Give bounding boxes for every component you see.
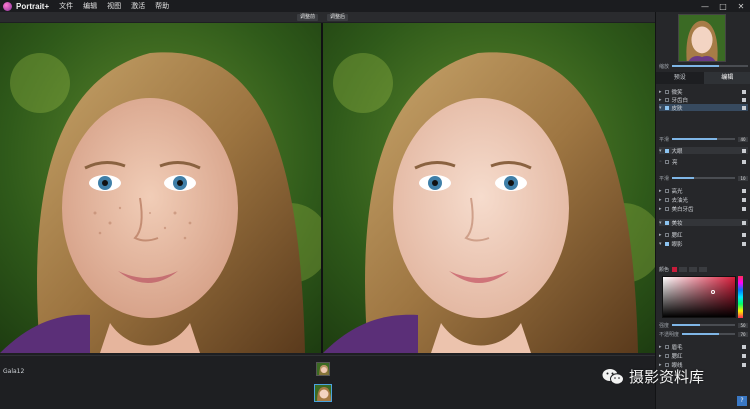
toggle-box[interactable] — [742, 105, 746, 110]
alpha-field[interactable] — [699, 267, 708, 272]
menu-file[interactable]: 文件 — [59, 1, 73, 11]
option-whiten[interactable]: ▸ 美白牙齿 — [659, 205, 748, 213]
before-photo[interactable] — [0, 23, 321, 353]
menu-activate[interactable]: 激活 — [131, 1, 145, 11]
toggle-box[interactable] — [742, 353, 746, 358]
checkbox[interactable] — [664, 232, 669, 237]
section-eyes[interactable]: ▾ 大眼 — [659, 147, 748, 155]
option-smile[interactable]: ▸ 微笑 — [659, 88, 748, 96]
portrait-before-image — [0, 23, 321, 353]
edit-sidebar: 缩放 预设 编辑 ▸ 微笑 ▸ 牙齿白 ▾ 皮肤 平滑 40 ▾ 大眼 ◦ 亮 平滑 10… — [655, 12, 750, 409]
file-name-label: Gala12 — [3, 368, 25, 375]
tab-presets[interactable]: 预设 — [656, 72, 704, 84]
toggle-box[interactable] — [742, 220, 746, 225]
option-skin[interactable]: ▾ 皮肤 — [659, 104, 748, 112]
toggle-box[interactable] — [742, 206, 746, 211]
checkbox[interactable] — [664, 148, 669, 153]
tab-edit[interactable]: 编辑 — [703, 72, 750, 84]
watermark: 摄影资料库 — [602, 366, 704, 387]
option-highlight[interactable]: ▸ 高光 — [659, 187, 748, 195]
smooth-slider-a[interactable]: 平滑 40 — [659, 136, 748, 143]
opacity-slider[interactable]: 不透明度 70 — [659, 331, 748, 338]
app-name: Portrait+ — [16, 1, 50, 11]
checkbox[interactable] — [664, 353, 669, 358]
checkbox[interactable] — [664, 344, 669, 349]
menu-edit[interactable]: 编辑 — [83, 1, 97, 11]
intensity-slider[interactable]: 强度 50 — [659, 322, 748, 329]
toggle-box[interactable] — [742, 89, 746, 94]
toggle-box[interactable] — [742, 241, 746, 246]
close-button[interactable]: ✕ — [732, 0, 750, 12]
toggle-box[interactable] — [742, 344, 746, 349]
option-teeth[interactable]: ▸ 牙齿白 — [659, 96, 748, 104]
view-toolbar: 调整前 调整后 — [0, 12, 655, 22]
color-picker-cursor[interactable] — [711, 290, 715, 294]
window-controls: — □ ✕ — [696, 0, 750, 12]
color-row: 颜色 — [659, 266, 748, 273]
toggle-box[interactable] — [742, 97, 746, 102]
rgb-field[interactable] — [689, 267, 698, 272]
watermark-text: 摄影资料库 — [629, 368, 705, 386]
color-swatch[interactable] — [672, 267, 678, 272]
filmstrip: Gala12 — [0, 355, 655, 409]
toggle-box[interactable] — [742, 148, 746, 153]
section-makeup[interactable]: ▾ 美妆 — [659, 219, 748, 227]
checkbox[interactable] — [664, 206, 669, 211]
toggle-box[interactable] — [742, 232, 746, 237]
option-bright[interactable]: ◦ 亮 — [659, 158, 748, 166]
checkbox[interactable] — [664, 197, 669, 202]
smooth-slider-b[interactable]: 平滑 10 — [659, 175, 748, 182]
after-photo[interactable] — [323, 23, 655, 353]
after-tag[interactable]: 调整后 — [327, 14, 349, 21]
minimize-button[interactable]: — — [696, 0, 714, 12]
navigator-preview[interactable] — [678, 14, 726, 62]
toggle-box[interactable] — [742, 197, 746, 202]
toggle-box[interactable] — [742, 362, 746, 367]
title-bar: Portrait+ 文件 编辑 视图 激活 帮助 — □ ✕ — [0, 0, 750, 12]
slider-value[interactable]: 10 — [738, 175, 748, 181]
option-brow[interactable]: ▸ 眉毛 — [659, 343, 748, 351]
before-tag[interactable]: 调整前 — [297, 14, 319, 21]
zoom-control: 缩放 — [659, 63, 748, 70]
hue-slider[interactable] — [738, 276, 743, 318]
zoom-slider[interactable] — [672, 65, 748, 67]
checkbox[interactable] — [664, 105, 669, 110]
menu-help[interactable]: 帮助 — [155, 1, 169, 11]
app-logo-icon — [3, 1, 12, 11]
color-picker[interactable] — [662, 276, 736, 318]
option-deshine[interactable]: ▸ 去油光 — [659, 196, 748, 204]
sidebar-tabs: 预设 编辑 — [656, 72, 750, 84]
thumbnail-selected[interactable] — [314, 384, 332, 402]
toggle-box[interactable] — [742, 188, 746, 193]
thumbnail[interactable] — [316, 362, 330, 376]
slider-value[interactable]: 50 — [738, 322, 748, 328]
menu-view[interactable]: 视图 — [107, 1, 121, 11]
checkbox[interactable] — [664, 97, 669, 102]
zoom-label: 缩放 — [659, 63, 670, 70]
slider-value[interactable]: 40 — [738, 136, 748, 142]
option-eyeshadow[interactable]: ▾ 眼影 — [659, 240, 748, 248]
help-button[interactable]: ? — [737, 396, 747, 406]
option-blush[interactable]: ▸ 腮红 — [659, 231, 748, 239]
wechat-icon — [602, 368, 624, 386]
hex-field[interactable] — [679, 267, 688, 272]
checkbox[interactable] — [664, 89, 669, 94]
checkbox[interactable] — [664, 188, 669, 193]
checkbox[interactable] — [664, 220, 669, 225]
maximize-button[interactable]: □ — [714, 0, 732, 12]
slider-value[interactable]: 70 — [738, 331, 748, 337]
checkbox[interactable] — [664, 159, 669, 164]
toggle-box[interactable] — [742, 159, 746, 164]
portrait-after-image — [323, 23, 655, 353]
option-cheek[interactable]: ▸ 腮红 — [659, 352, 748, 360]
checkbox[interactable] — [664, 241, 669, 246]
